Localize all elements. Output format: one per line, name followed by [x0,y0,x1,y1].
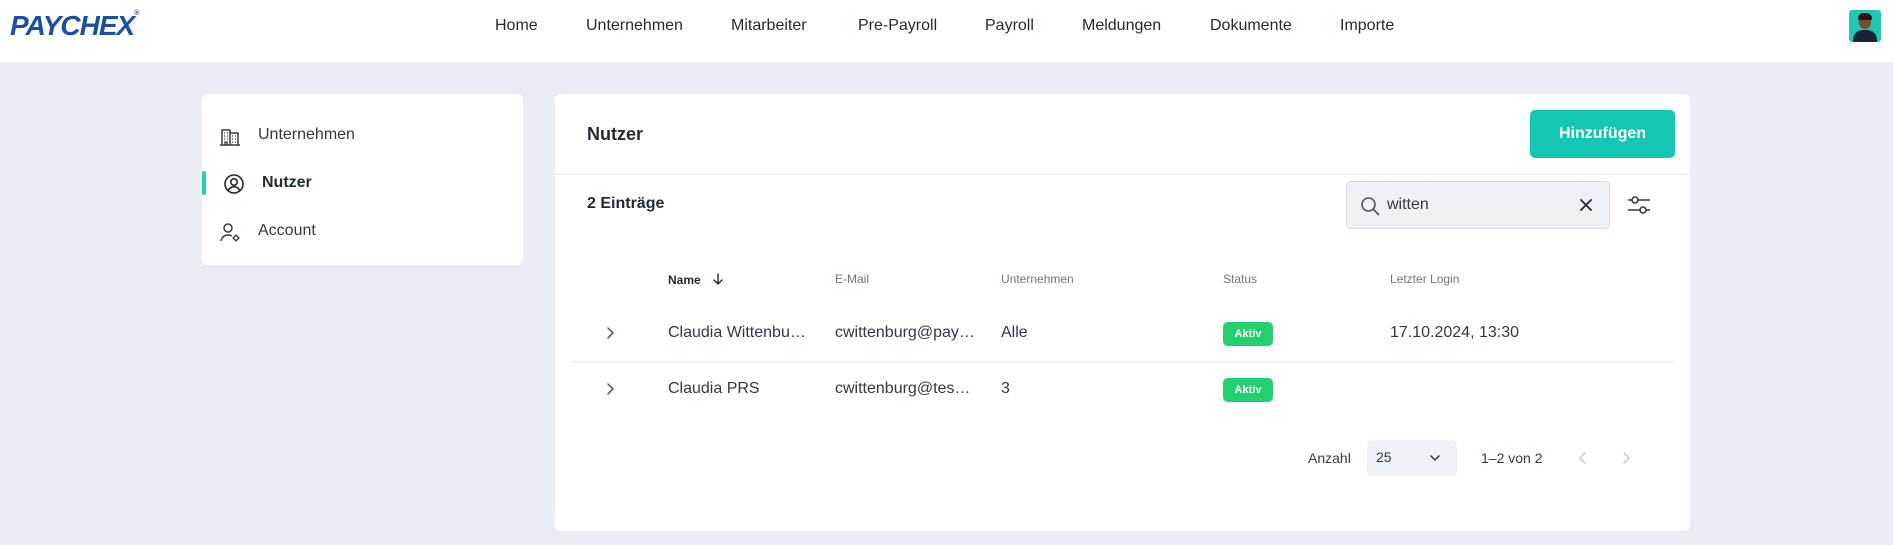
previous-page-icon[interactable] [1575,450,1591,466]
status-badge: Aktiv [1223,322,1273,346]
nav-item-importe[interactable]: Importe [1340,17,1394,35]
column-header-label: Name [668,273,701,287]
table-row[interactable]: Claudia PRS cwittenburg@tes… 3 Aktiv [571,362,1675,418]
sidebar-item-label: Nutzer [262,174,312,191]
sort-descending-icon [713,273,723,285]
expand-chevron-icon[interactable] [601,380,619,398]
column-header-email[interactable]: E-Mail [835,272,869,286]
column-header-name[interactable]: Name [668,272,724,287]
cell-name: Claudia Wittenbu… [668,324,806,341]
column-header-status[interactable]: Status [1223,272,1257,286]
nav-item-pre-payroll[interactable]: Pre-Payroll [858,17,937,35]
user-gear-icon [220,223,240,242]
paychex-logo[interactable]: PAYCHEX® [10,10,139,42]
nav-item-meldungen[interactable]: Meldungen [1082,17,1161,35]
column-header-last-login[interactable]: Letzter Login [1390,272,1459,286]
top-navigation-bar: PAYCHEX® Home Unternehmen Mitarbeiter Pr… [0,0,1893,62]
building-icon [220,129,240,146]
nav-item-dokumente[interactable]: Dokumente [1210,17,1292,35]
user-avatar[interactable] [1849,10,1881,42]
sidebar-item-unternehmen[interactable]: Unternehmen [202,117,523,153]
next-page-icon[interactable] [1618,450,1634,466]
pagination-range: 1–2 von 2 [1481,450,1543,466]
per-page-select[interactable]: 25 [1367,440,1457,476]
search-box [1346,181,1610,229]
per-page-value: 25 [1376,449,1392,465]
column-header-unternehmen[interactable]: Unternehmen [1001,272,1074,286]
header-divider [555,174,1690,175]
cell-company: 3 [1001,380,1010,397]
table-row[interactable]: Claudia Wittenbu… cwittenburg@pay… Alle … [571,306,1675,362]
sidebar: Unternehmen Nutzer Account [202,94,523,265]
active-indicator [202,171,206,195]
add-user-button[interactable]: Hinzufügen [1530,110,1675,158]
cell-email: cwittenburg@pay… [835,324,975,341]
nav-item-home[interactable]: Home [495,17,538,35]
per-page-label: Anzahl [1308,450,1351,466]
avatar-hair [1858,13,1872,20]
nav-item-mitarbeiter[interactable]: Mitarbeiter [731,17,807,35]
sidebar-item-account[interactable]: Account [202,213,523,249]
user-circle-icon [224,174,244,194]
nav-item-unternehmen[interactable]: Unternehmen [586,17,683,35]
cell-email: cwittenburg@tes… [835,380,971,397]
cell-last-login: 17.10.2024, 13:30 [1390,324,1520,341]
sidebar-item-label: Account [258,222,316,239]
status-badge: Aktiv [1223,378,1273,402]
cell-name: Claudia PRS [668,380,760,397]
cell-company: Alle [1001,324,1028,341]
filter-settings-icon[interactable] [1625,191,1653,219]
search-icon [1361,197,1380,216]
sidebar-item-nutzer[interactable]: Nutzer [202,165,523,201]
page-title: Nutzer [587,124,644,144]
expand-chevron-icon[interactable] [601,324,619,342]
entry-count: 2 Einträge [587,195,665,212]
users-panel: Nutzer Hinzufügen 2 Einträge Name E-Mail… [555,94,1690,531]
clear-search-icon[interactable] [1577,196,1595,214]
nav-item-payroll[interactable]: Payroll [985,17,1034,35]
search-input[interactable] [1387,194,1567,216]
avatar-body [1853,30,1877,42]
sidebar-item-label: Unternehmen [258,126,355,143]
chevron-down-icon [1430,455,1440,462]
